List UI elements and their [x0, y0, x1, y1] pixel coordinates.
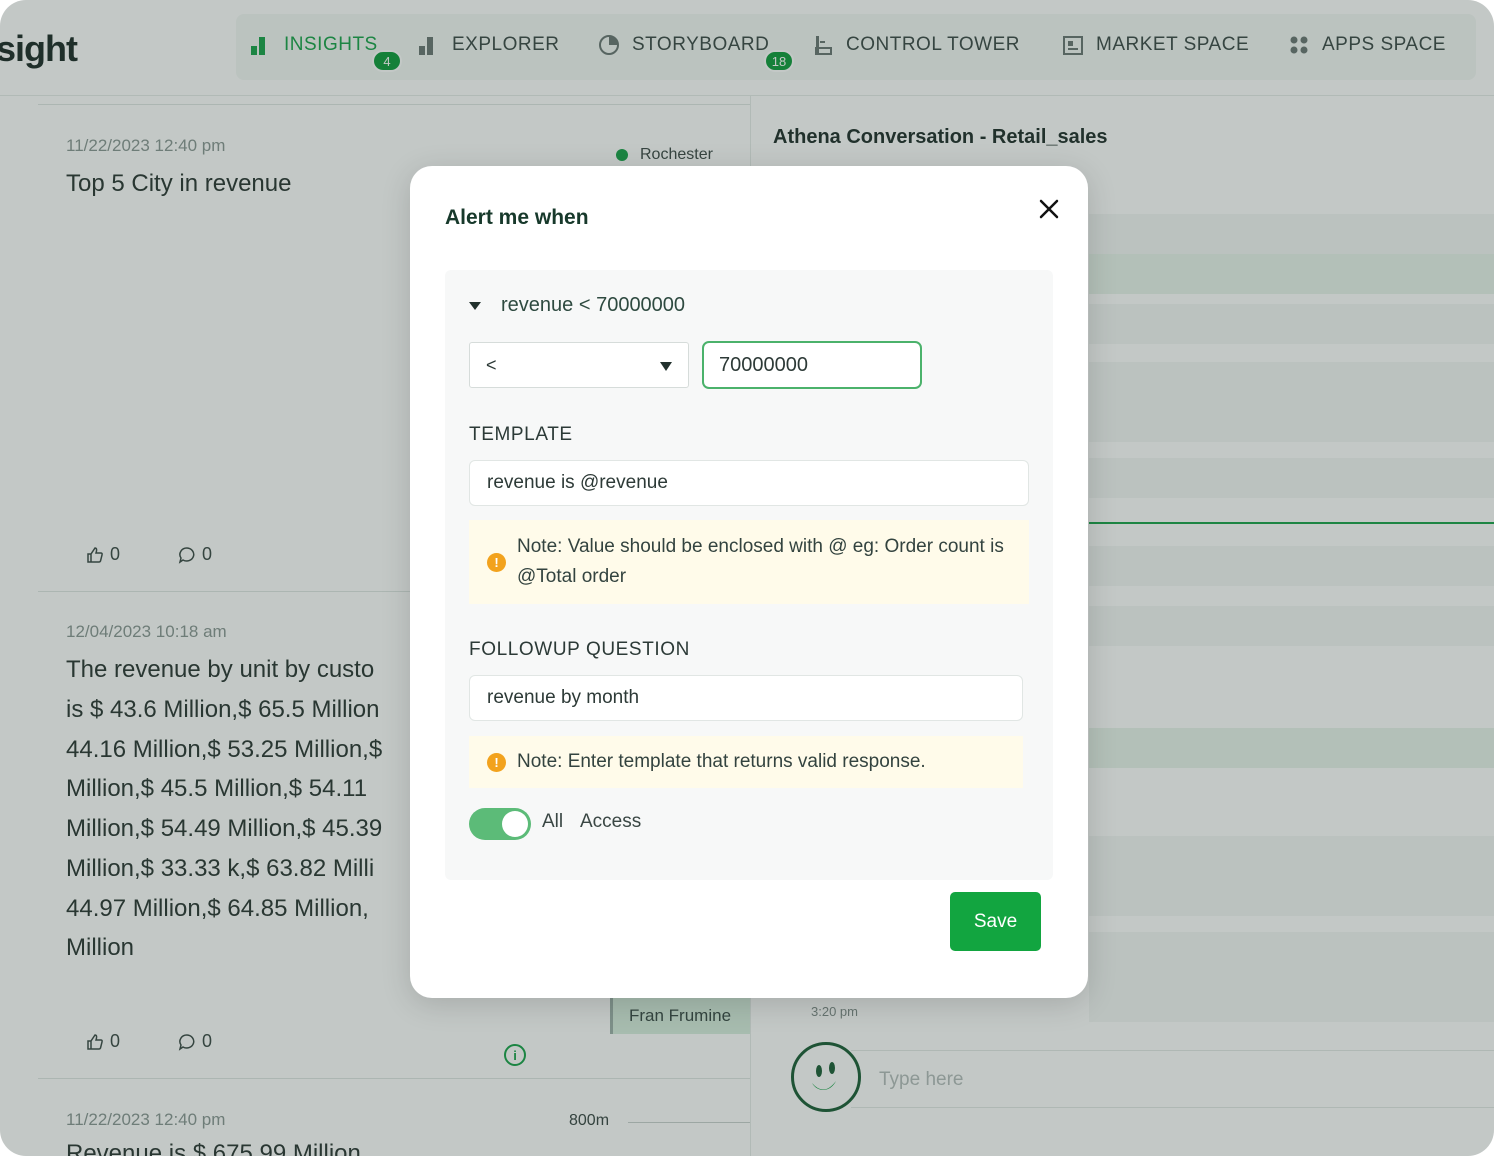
- alert-condition-panel: revenue < 70000000 < TEMPLATE ! Note: Va…: [445, 270, 1053, 880]
- save-button[interactable]: Save: [950, 892, 1041, 951]
- all-access-toggle[interactable]: [469, 808, 531, 840]
- followup-input[interactable]: [469, 675, 1023, 721]
- operator-select[interactable]: <: [469, 342, 689, 388]
- threshold-input[interactable]: [702, 341, 922, 389]
- app-window: sight INSIGHTS 4 EXPLORER STORYBOARD 18 …: [0, 0, 1494, 1156]
- caret-down-icon: [469, 301, 481, 310]
- modal-title: Alert me when: [445, 206, 589, 229]
- followup-label: FOLLOWUP QUESTION: [469, 639, 690, 660]
- template-note: ! Note: Value should be enclosed with @ …: [469, 520, 1029, 604]
- operator-value: <: [486, 355, 497, 375]
- condition-summary: revenue < 70000000: [501, 294, 686, 316]
- alert-modal: Alert me when revenue < 70000000 < TEMPL…: [410, 166, 1088, 998]
- template-input[interactable]: [469, 460, 1029, 506]
- template-label: TEMPLATE: [469, 424, 573, 445]
- followup-note: ! Note: Enter template that returns vali…: [469, 736, 1023, 788]
- chevron-down-icon: [660, 362, 672, 371]
- close-icon: [1039, 199, 1059, 219]
- template-note-text: Note: Value should be enclosed with @ eg…: [517, 536, 1004, 587]
- toggle-label-all: All: [542, 811, 564, 832]
- toggle-label-access: Access: [580, 811, 642, 832]
- warning-icon: !: [487, 553, 506, 572]
- close-button[interactable]: [1034, 194, 1064, 224]
- followup-note-text: Note: Enter template that returns valid …: [517, 751, 926, 772]
- warning-icon: !: [487, 753, 506, 772]
- toggle-knob: [502, 811, 528, 837]
- condition-toggle[interactable]: revenue < 70000000: [469, 294, 685, 317]
